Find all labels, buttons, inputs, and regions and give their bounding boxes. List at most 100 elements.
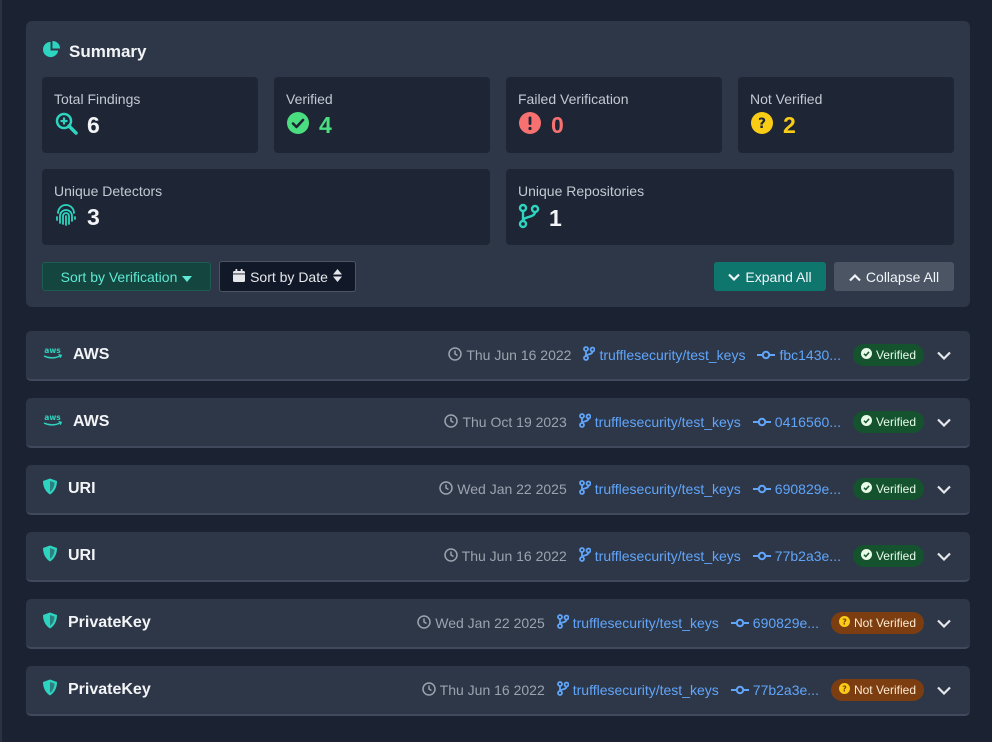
clock-icon — [439, 480, 454, 498]
finding-row[interactable]: PrivateKey Thu Jun 16 2022 trufflesecurity… — [26, 666, 970, 716]
card-label: Unique Detectors — [54, 183, 163, 199]
svg-text:?: ? — [842, 685, 847, 694]
shield-icon — [42, 612, 58, 634]
finding-date: Thu Jun 16 2022 — [443, 547, 567, 565]
finding-date-text: Wed Jan 22 2025 — [457, 481, 567, 497]
chevron-down-icon[interactable] — [934, 680, 954, 700]
finding-row[interactable]: aws AWS Thu Oct 19 2023 trufflesecurity/tes… — [26, 398, 970, 448]
aws-icon: aws — [42, 346, 63, 365]
card-unique-repositories: Unique Repositories 1 — [506, 169, 954, 245]
finding-repo-link[interactable]: trufflesecurity/test_keys — [578, 547, 741, 565]
finding-repo-link[interactable]: trufflesecurity/test_keys — [556, 681, 719, 699]
finding-row[interactable]: URI Thu Jun 16 2022 trufflesecurity/test_k… — [26, 532, 970, 582]
finding-repo-text: trufflesecurity/test_keys — [599, 347, 746, 363]
finding-row[interactable]: aws AWS Thu Jun 16 2022 trufflesecurity/tes… — [26, 331, 970, 381]
finding-repo-text: trufflesecurity/test_keys — [572, 615, 719, 631]
check-circle-icon — [860, 348, 872, 362]
finding-date: Thu Oct 19 2023 — [444, 413, 567, 431]
chevron-down-icon — [728, 269, 741, 285]
finding-row[interactable]: PrivateKey Wed Jan 22 2025 trufflesecurity… — [26, 599, 970, 649]
status-badge-text: Not Verified — [853, 683, 916, 697]
finding-detector-name: AWS — [73, 413, 110, 430]
finding-header-left: URI — [42, 532, 96, 580]
finding-commit-link[interactable]: 690829e... — [752, 481, 841, 497]
finding-detector-name: URI — [68, 547, 96, 564]
finding-repo-link[interactable]: trufflesecurity/test_keys — [556, 614, 719, 632]
card-value: 2 — [783, 112, 796, 138]
finding-header-right: Thu Jun 16 2022 trufflesecurity/test_keys… — [443, 532, 954, 580]
finding-header-right: Thu Jun 16 2022 trufflesecurity/test_keys… — [421, 666, 954, 714]
card-value: 1 — [549, 205, 562, 231]
card-failed-verification: Failed Verification 0 — [506, 77, 722, 153]
collapse-all-label: Collapse All — [865, 268, 940, 285]
finding-date: Wed Jan 22 2025 — [439, 480, 567, 498]
card-value: 3 — [87, 204, 100, 230]
finding-commit-link[interactable]: 77b2a3e... — [752, 548, 841, 564]
finding-repo-text: trufflesecurity/test_keys — [594, 414, 741, 430]
finding-commit-text: 0416560... — [774, 414, 841, 430]
finding-date: Thu Jun 16 2022 — [421, 681, 545, 699]
shield-icon — [42, 679, 58, 701]
sort-by-verification-label: Sort by Verification — [60, 268, 178, 285]
card-label: Not Verified — [750, 91, 823, 107]
card-verified: Verified 4 — [274, 77, 490, 153]
finding-header-left: PrivateKey — [42, 599, 151, 647]
card-value: 0 — [551, 112, 564, 138]
sort-by-verification-button[interactable]: Sort by Verification — [42, 262, 211, 291]
finding-commit-text: 690829e... — [752, 615, 819, 631]
finding-repo-link[interactable]: trufflesecurity/test_keys — [583, 346, 745, 364]
finding-header-left: aws AWS — [42, 398, 109, 446]
sort-by-date-button[interactable]: Sort by Date — [219, 261, 356, 292]
collapse-all-button[interactable]: Collapse All — [834, 262, 954, 291]
finding-row[interactable]: URI Wed Jan 22 2025 trufflesecurity/test_k… — [26, 465, 970, 515]
finding-header-right: Wed Jan 22 2025 trufflesecurity/test_keys… — [439, 465, 954, 513]
svg-text:aws: aws — [44, 413, 61, 422]
finding-date-text: Wed Jan 22 2025 — [435, 615, 545, 631]
finding-commit-link[interactable]: 690829e... — [730, 615, 819, 631]
card-label: Failed Verification — [518, 91, 629, 107]
chevron-down-icon[interactable] — [934, 412, 954, 432]
clock-icon — [444, 413, 459, 431]
exclamation-circle-icon — [518, 111, 542, 140]
finding-repo-text: trufflesecurity/test_keys — [594, 481, 741, 497]
finding-detector-name: PrivateKey — [68, 614, 151, 631]
finding-header-right: Thu Jun 16 2022 trufflesecurity/test_keys… — [448, 331, 954, 379]
expand-all-label: Expand All — [745, 268, 812, 285]
finding-repo-link[interactable]: trufflesecurity/test_keys — [578, 413, 741, 431]
check-circle-icon — [860, 549, 872, 563]
question-circle-icon: ? — [838, 683, 850, 697]
check-circle-icon — [286, 111, 310, 140]
finding-commit-link[interactable]: 77b2a3e... — [730, 682, 819, 698]
commit-icon — [730, 682, 749, 698]
card-label: Total Findings — [54, 91, 141, 107]
check-circle-icon — [860, 415, 872, 429]
finding-date: Thu Jun 16 2022 — [448, 346, 571, 364]
chevron-down-icon[interactable] — [934, 546, 954, 566]
finding-repo-link[interactable]: trufflesecurity/test_keys — [578, 480, 741, 498]
card-label: Verified — [286, 91, 333, 107]
finding-commit-text: 77b2a3e... — [752, 682, 819, 698]
finding-commit-link[interactable]: 0416560... — [752, 414, 841, 430]
status-badge-text: Verified — [875, 415, 916, 429]
summary-title: Summary — [69, 42, 147, 61]
fingerprint-icon — [54, 203, 78, 232]
check-circle-icon — [860, 482, 872, 496]
chevron-up-icon — [849, 269, 861, 285]
clock-icon — [417, 614, 431, 632]
finding-commit-text: 690829e... — [774, 481, 841, 497]
svg-text:aws: aws — [44, 346, 61, 355]
aws-icon: aws — [42, 413, 63, 432]
status-badge: Verified — [852, 478, 924, 500]
chevron-down-icon[interactable] — [934, 613, 954, 633]
question-circle-icon: ? — [750, 111, 774, 140]
chevron-down-icon[interactable] — [934, 345, 954, 365]
status-badge-text: Verified — [875, 549, 916, 563]
finding-header-right: Thu Oct 19 2023 trufflesecurity/test_keys… — [444, 398, 954, 446]
shield-icon — [42, 545, 58, 567]
finding-commit-link[interactable]: fbc1430... — [757, 347, 841, 363]
sort-icon — [332, 268, 342, 285]
finding-header-right: Wed Jan 22 2025 trufflesecurity/test_keys… — [417, 599, 954, 647]
chevron-down-icon[interactable] — [934, 479, 954, 499]
expand-all-button[interactable]: Expand All — [714, 262, 826, 291]
card-not-verified: Not Verified ? 2 — [738, 77, 954, 153]
